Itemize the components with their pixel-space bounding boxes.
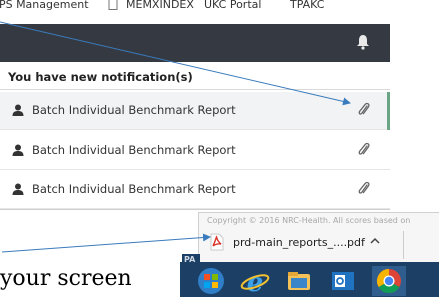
bell-icon[interactable] [356,34,370,50]
notification-item[interactable]: Batch Individual Benchmark Report [0,92,390,130]
app-header [0,24,390,62]
paperclip-icon[interactable] [357,142,371,158]
chevron-up-icon[interactable] [369,236,381,246]
user-icon [12,183,24,195]
paperclip-icon[interactable] [357,102,371,118]
divider [0,89,390,90]
footer-faded-text: Copyright © 2016 NRC-Health. All scores … [207,216,411,225]
arrow-to-download [1,233,211,253]
chrome-icon[interactable] [372,266,406,296]
internet-explorer-icon[interactable]: e [238,266,272,296]
notifications-panel: You have new notification(s) Batch Indiv… [0,62,390,210]
bookmark-memxindex[interactable]: MEMXINDEX [126,0,194,11]
bookmark-ukc-portal[interactable]: UKC Portal [204,0,261,11]
svg-text:e: e [247,268,264,296]
download-shelf: Copyright © 2016 NRC-Health. All scores … [198,212,439,268]
outlook-icon[interactable] [326,266,360,296]
divider [403,231,404,259]
notification-label: Batch Individual Benchmark Report [32,143,236,157]
notifications-heading: You have new notification(s) [8,70,193,84]
windows-start-icon[interactable] [194,266,228,296]
page-background [390,0,439,210]
notification-label: Batch Individual Benchmark Report [32,182,236,196]
user-icon [12,144,24,156]
notification-item[interactable]: Batch Individual Benchmark Report [0,132,390,170]
bookmark-eps-management[interactable]: EPS Management [0,0,89,11]
download-file-name: prd-main_reports_....pdf [233,236,365,249]
bookmarks-bar: EPS Management MEMXINDEX UKC Portal TPAK… [0,0,390,22]
row-accent [387,92,390,130]
notification-label: Batch Individual Benchmark Report [32,103,236,117]
bookmark-page-icon [108,0,118,13]
paperclip-icon[interactable] [357,181,371,197]
file-explorer-icon[interactable] [282,266,316,296]
page-text: your screen [0,266,132,291]
pdf-icon [210,233,224,251]
user-icon [12,104,24,116]
bookmark-tpakc[interactable]: TPAKC [290,0,324,11]
notification-item[interactable]: Batch Individual Benchmark Report [0,171,390,209]
